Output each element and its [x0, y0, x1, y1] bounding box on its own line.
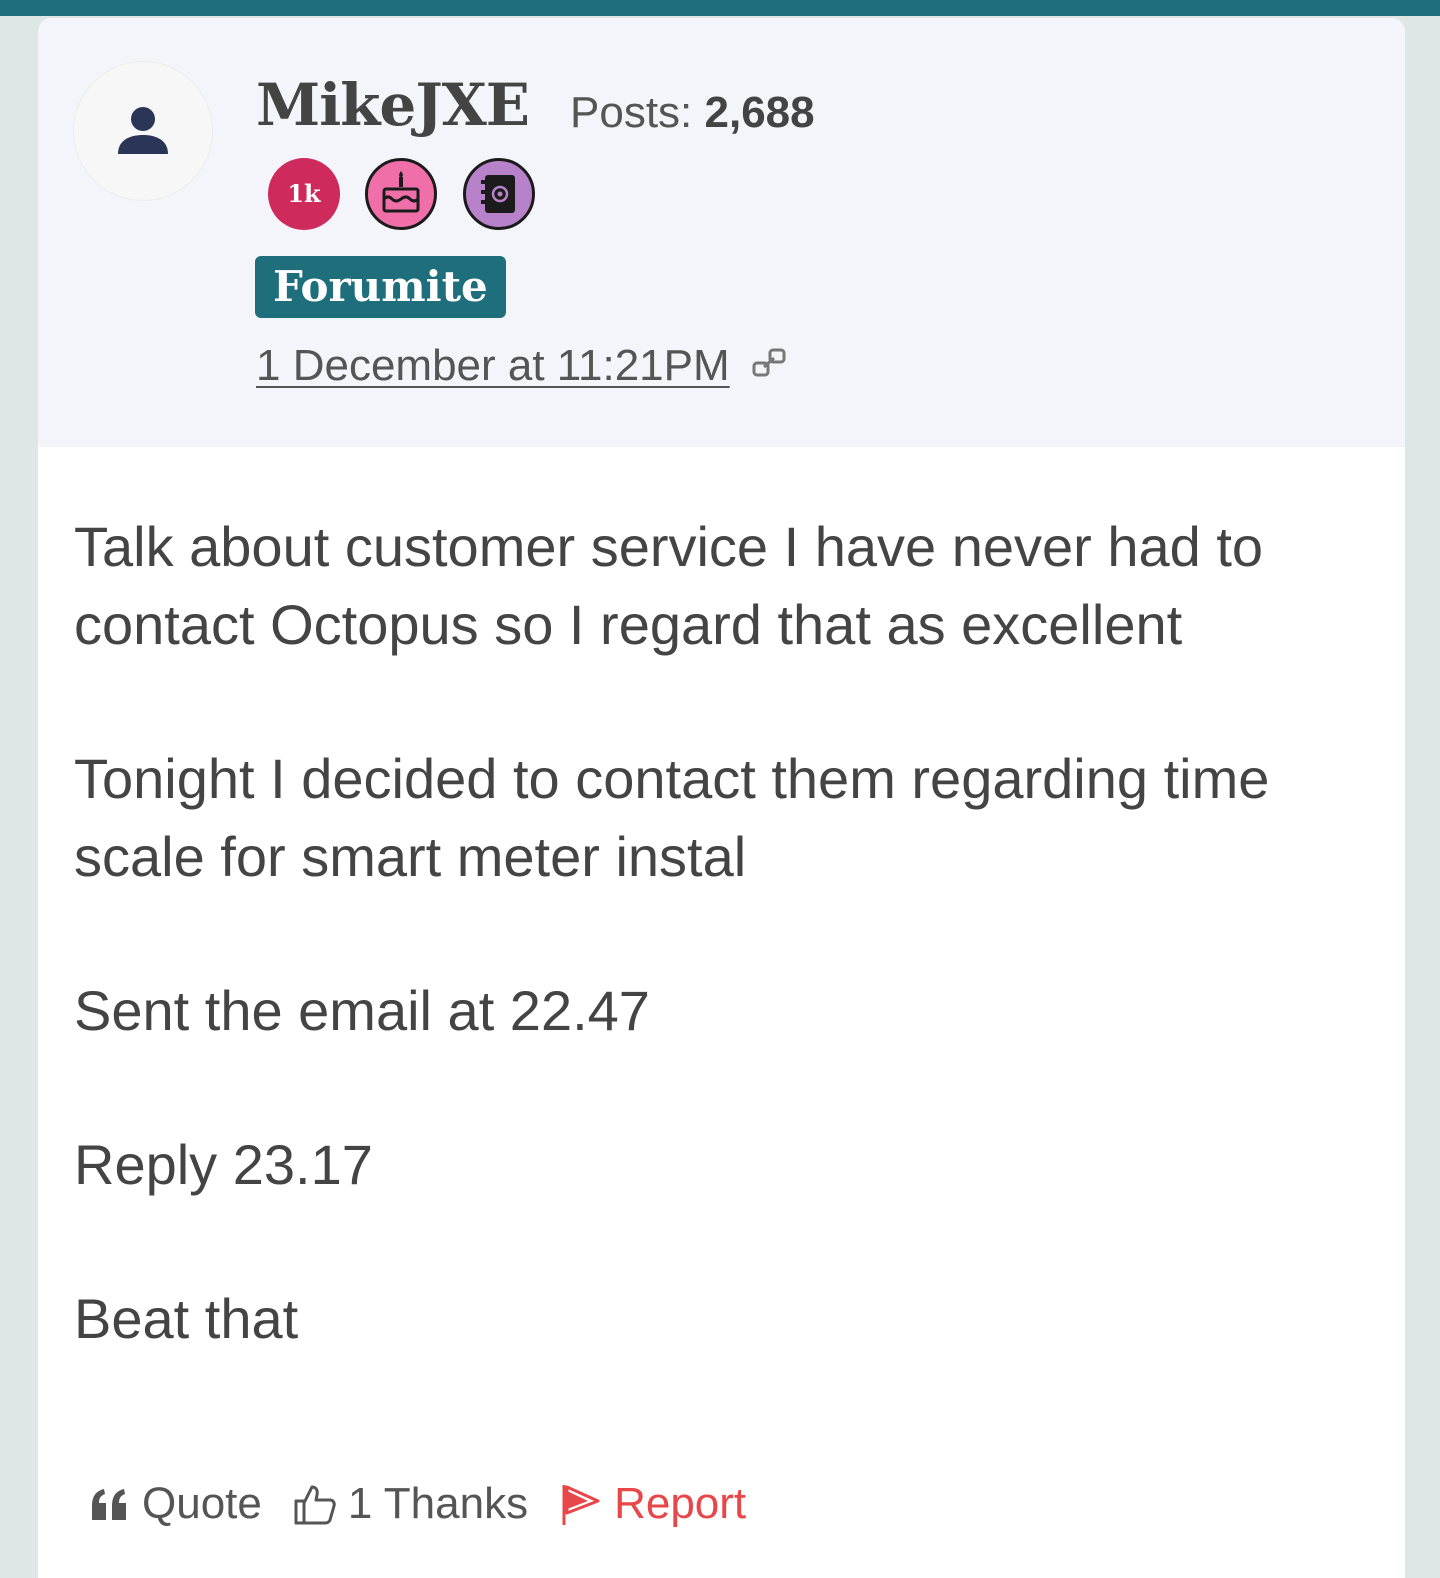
post-body: Talk about customer service I have never… — [74, 508, 1374, 1434]
posts-label: Posts: — [570, 88, 693, 137]
post-timestamp-link[interactable]: 1 December at 11:21PM — [256, 341, 730, 390]
post-paragraph: Sent the email at 22.47 — [74, 979, 650, 1042]
username[interactable]: MikeJXE — [256, 70, 530, 140]
avatar[interactable] — [73, 61, 213, 201]
post-paragraph: Talk about customer service I have never… — [74, 515, 1264, 656]
role-badge: Forumite — [255, 256, 506, 318]
user-icon — [118, 107, 168, 154]
post-actions: Quote 1 Thanks Report — [88, 1474, 776, 1534]
address-book-icon — [481, 175, 515, 213]
quote-button[interactable]: Quote — [88, 1479, 262, 1529]
birthday-cake-icon — [382, 171, 420, 213]
post-paragraph: Reply 23.17 — [74, 1133, 373, 1196]
thanks-label: 1 Thanks — [347, 1479, 529, 1528]
1k-posts-badge[interactable]: 1k — [268, 158, 340, 230]
post-card: MikeJXE Posts: 2,688 1k Forumite 1 Decem… — [38, 18, 1405, 1578]
flag-icon — [562, 1485, 600, 1525]
thumbs-up-icon — [294, 1485, 336, 1525]
report-button[interactable]: Report — [558, 1479, 746, 1529]
post-count: Posts: 2,688 — [570, 88, 815, 138]
thanks-button[interactable]: 1 Thanks — [292, 1479, 528, 1529]
timestamp-row: 1 December at 11:21PM — [256, 338, 788, 394]
posts-count-value: 2,688 — [704, 88, 815, 137]
quote-label: Quote — [142, 1479, 262, 1528]
cake-badge[interactable] — [365, 158, 437, 230]
quote-icon — [92, 1489, 126, 1520]
top-bar — [0, 0, 1440, 16]
report-label: Report — [614, 1479, 747, 1528]
address-book-badge[interactable] — [463, 158, 535, 230]
post-paragraph: Beat that — [74, 1287, 299, 1350]
post-paragraph: Tonight I decided to contact them regard… — [74, 747, 1270, 888]
post-header: MikeJXE Posts: 2,688 1k Forumite 1 Decem… — [38, 18, 1405, 447]
permalink-icon[interactable] — [752, 345, 788, 381]
